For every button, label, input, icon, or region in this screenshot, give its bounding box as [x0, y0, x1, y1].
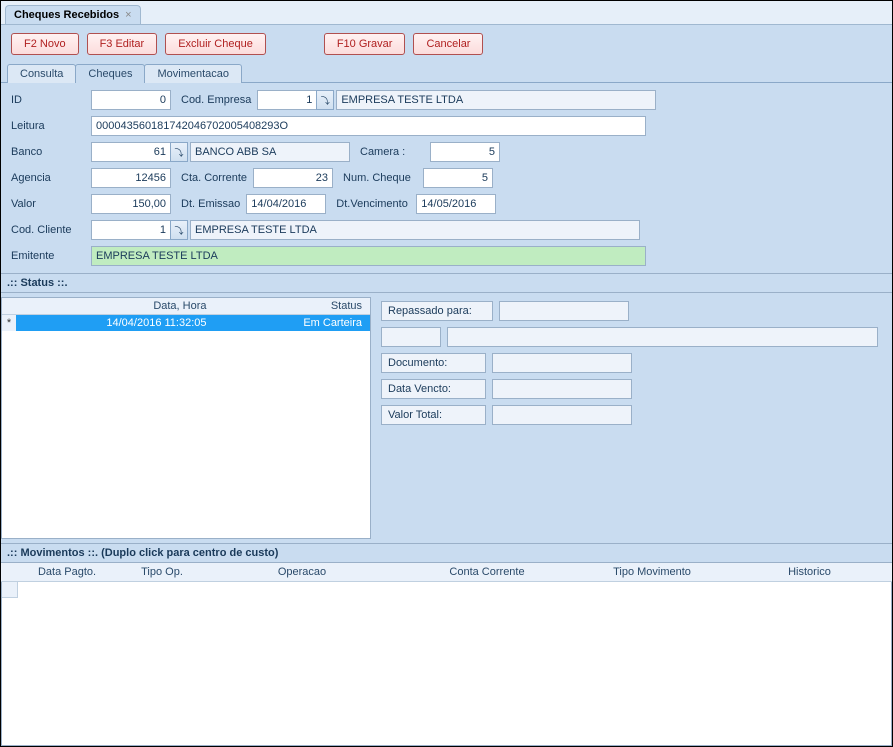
label-banco: Banco — [11, 146, 91, 158]
label-cod-empresa: Cod. Empresa — [171, 94, 257, 106]
status-body: Data, Hora Status * 14/04/2016 11:32:05 … — [1, 293, 892, 543]
row-marker-empty — [2, 582, 18, 598]
status-header: .:: Status ::. — [1, 273, 892, 293]
cod-cliente-field[interactable] — [91, 220, 171, 240]
app-frame: Cheques Recebidos × F2 Novo F3 Editar Ex… — [1, 1, 892, 746]
tabs-row: Consulta Cheques Movimentacao — [1, 63, 892, 83]
label-emitente: Emitente — [11, 250, 91, 262]
leitura-field[interactable] — [91, 116, 646, 136]
status-side-panel: Repassado para: Documento: Data Vencto: … — [381, 297, 886, 539]
row-data-hora: 14/04/2016 11:32:05 — [16, 315, 215, 331]
label-dt-emissao: Dt. Emissao — [171, 198, 246, 210]
movimentos-header: .:: Movimentos ::. (Duplo click para cen… — [1, 543, 892, 563]
banco-field[interactable] — [91, 142, 171, 162]
repassado-aux-field — [381, 327, 441, 347]
valor-total-field — [492, 405, 632, 425]
num-cheque-field[interactable] — [423, 168, 493, 188]
tab-cheques[interactable]: Cheques — [75, 64, 145, 83]
window-title: Cheques Recebidos — [14, 9, 119, 21]
label-dt-vencimento: Dt.Vencimento — [326, 198, 416, 210]
gravar-button[interactable]: F10 Gravar — [324, 33, 406, 55]
cta-corrente-field[interactable] — [253, 168, 333, 188]
tab-consulta[interactable]: Consulta — [7, 64, 76, 83]
col-tipo-movimento: Tipo Movimento — [577, 563, 727, 581]
lookup-cliente-icon[interactable]: ⤵ — [170, 220, 188, 240]
camera-field[interactable] — [430, 142, 500, 162]
agencia-field[interactable] — [91, 168, 171, 188]
col-operacao: Operacao — [207, 563, 397, 581]
repassado-nome-field — [447, 327, 878, 347]
title-tab-row: Cheques Recebidos × — [1, 1, 892, 25]
form-area: ID Cod. Empresa ⤵ Leitura Banco ⤵ Camera… — [1, 83, 892, 273]
label-documento: Documento: — [381, 353, 486, 373]
cancelar-button[interactable]: Cancelar — [413, 33, 483, 55]
dt-emissao-field[interactable] — [246, 194, 326, 214]
movimentos-grid-header: Data Pagto. Tipo Op. Operacao Conta Corr… — [1, 563, 892, 582]
col-historico: Historico — [727, 563, 892, 581]
col-data-hora: Data, Hora — [16, 298, 215, 314]
tab-movimentacao[interactable]: Movimentacao — [144, 64, 242, 83]
label-num-cheque: Num. Cheque — [333, 172, 423, 184]
id-field[interactable] — [91, 90, 171, 110]
label-valor-total: Valor Total: — [381, 405, 486, 425]
label-data-vencto: Data Vencto: — [381, 379, 486, 399]
close-icon[interactable]: × — [125, 9, 131, 21]
editar-button[interactable]: F3 Editar — [87, 33, 158, 55]
emitente-field[interactable] — [91, 246, 646, 266]
col-tipo-op: Tipo Op. — [117, 563, 207, 581]
toolbar: F2 Novo F3 Editar Excluir Cheque F10 Gra… — [1, 25, 892, 63]
repassado-code-field — [499, 301, 629, 321]
cliente-nome-field — [190, 220, 640, 240]
lookup-empresa-icon[interactable]: ⤵ — [316, 90, 334, 110]
label-leitura: Leitura — [11, 120, 91, 132]
label-cta-corrente: Cta. Corrente — [171, 172, 253, 184]
documento-field — [492, 353, 632, 373]
status-row[interactable]: * 14/04/2016 11:32:05 Em Carteira — [2, 315, 370, 331]
col-conta-corrente: Conta Corrente — [397, 563, 577, 581]
movimentos-area: Data Pagto. Tipo Op. Operacao Conta Corr… — [1, 563, 892, 746]
label-id: ID — [11, 94, 91, 106]
lookup-banco-icon[interactable]: ⤵ — [170, 142, 188, 162]
empresa-nome-field — [336, 90, 656, 110]
window-tab[interactable]: Cheques Recebidos × — [5, 5, 141, 24]
label-agencia: Agencia — [11, 172, 91, 184]
col-data-pagto: Data Pagto. — [17, 563, 117, 581]
label-cod-cliente: Cod. Cliente — [11, 224, 91, 236]
status-grid-header: Data, Hora Status — [2, 298, 370, 315]
status-grid[interactable]: Data, Hora Status * 14/04/2016 11:32:05 … — [1, 297, 371, 539]
dt-vencimento-field[interactable] — [416, 194, 496, 214]
cod-empresa-field[interactable] — [257, 90, 317, 110]
row-marker: * — [2, 315, 16, 331]
valor-field[interactable] — [91, 194, 171, 214]
label-repassado-para: Repassado para: — [381, 301, 493, 321]
excluir-button[interactable]: Excluir Cheque — [165, 33, 266, 55]
novo-button[interactable]: F2 Novo — [11, 33, 79, 55]
movimentos-grid-body[interactable] — [1, 582, 892, 746]
row-status: Em Carteira — [215, 315, 370, 331]
label-valor: Valor — [11, 198, 91, 210]
col-status: Status — [215, 298, 370, 314]
banco-nome-field — [190, 142, 350, 162]
data-vencto-field — [492, 379, 632, 399]
label-camera: Camera : — [350, 146, 430, 158]
